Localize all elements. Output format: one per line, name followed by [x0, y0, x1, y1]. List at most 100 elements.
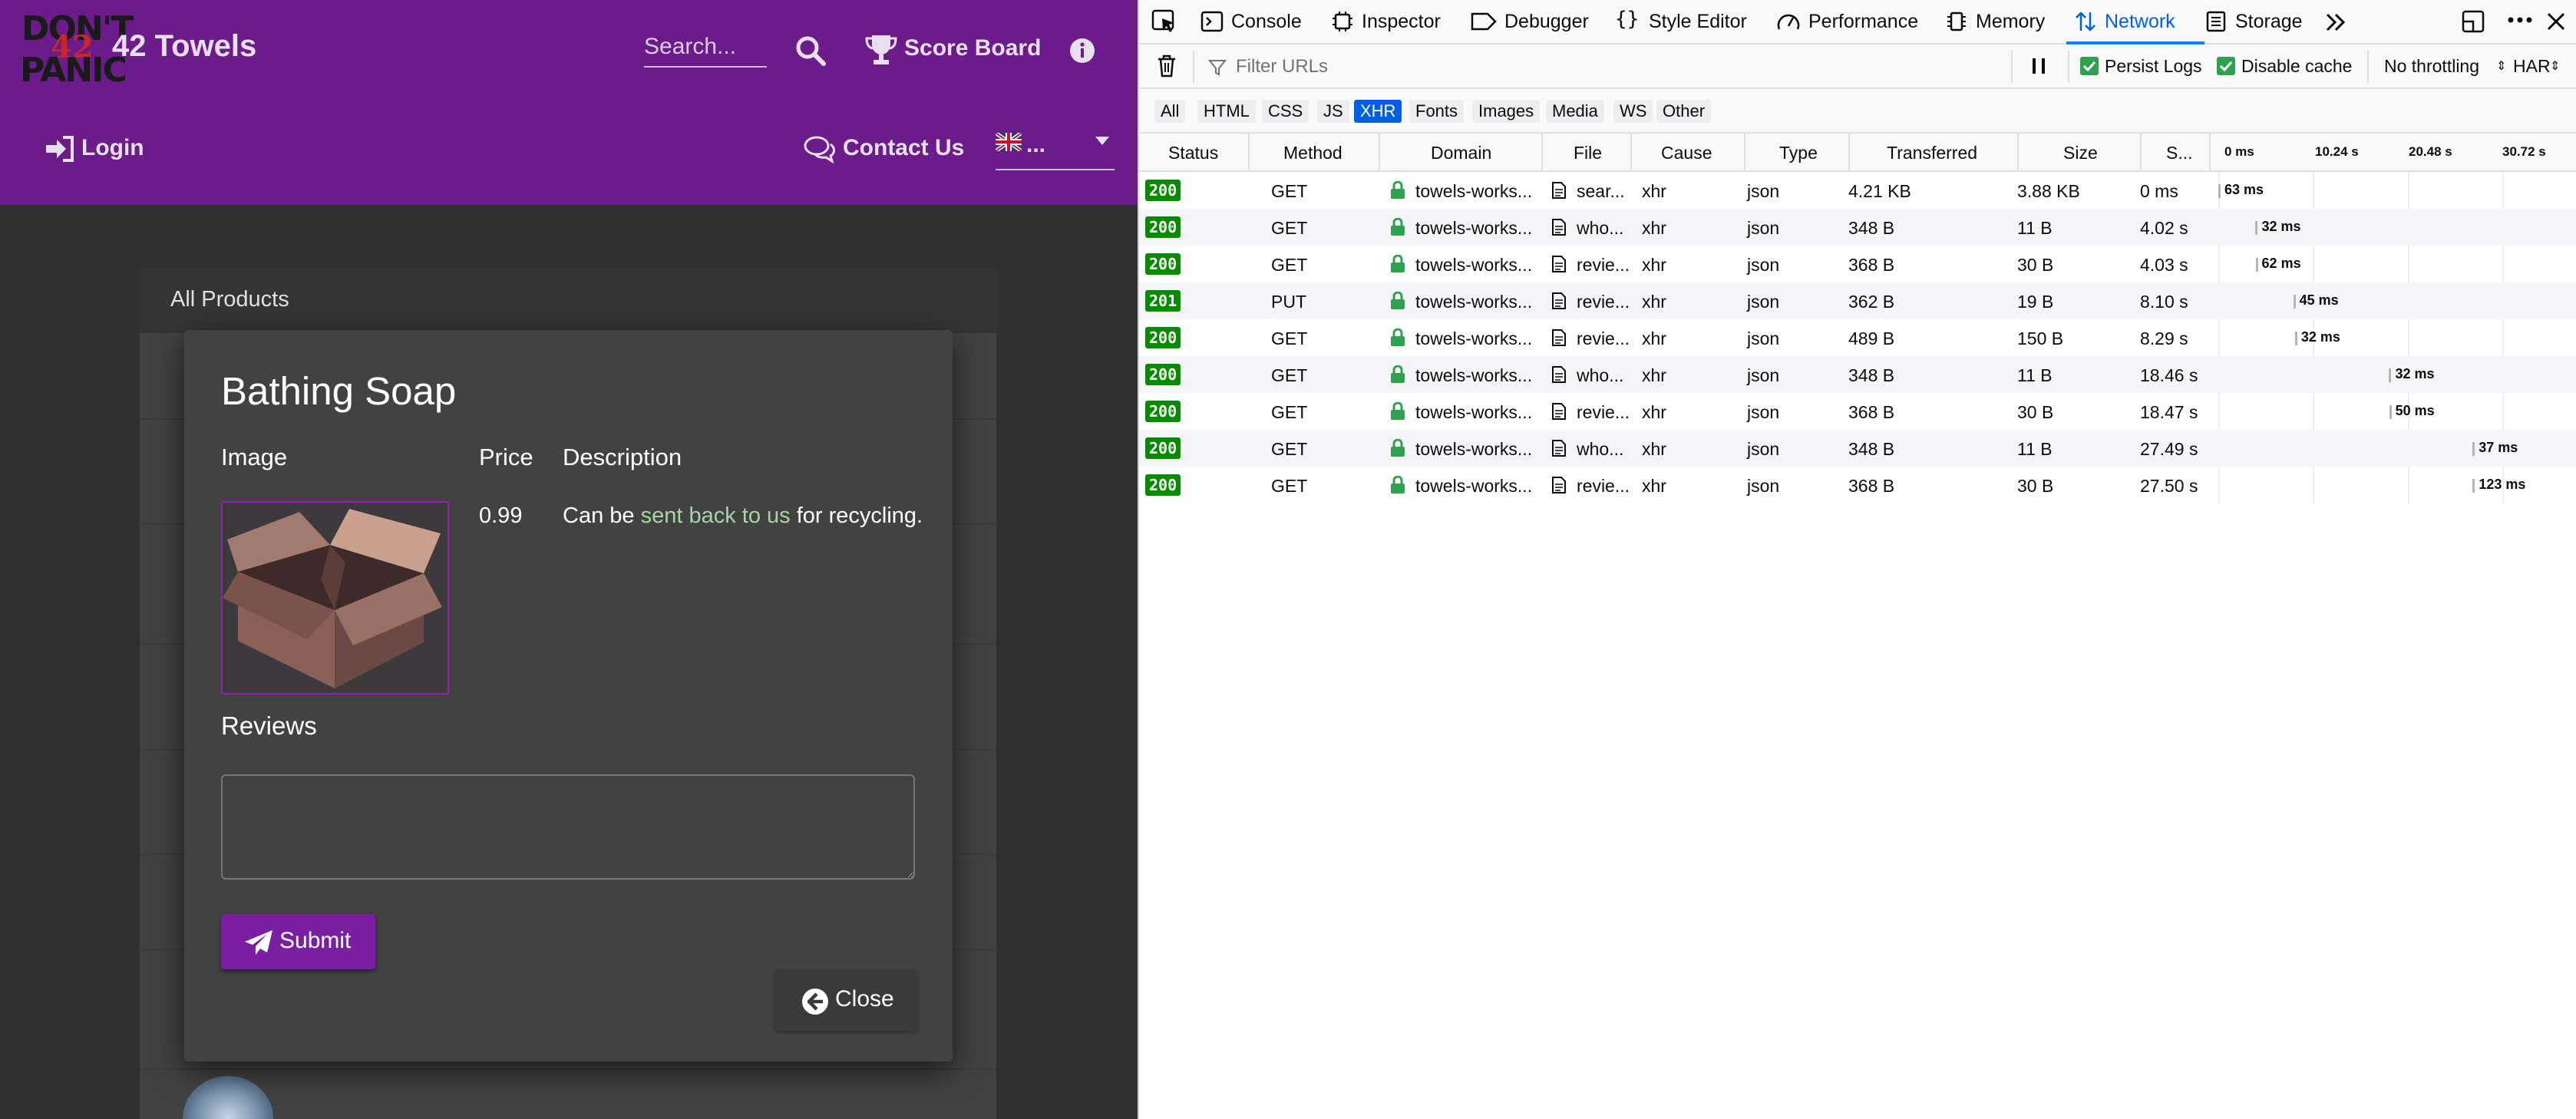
review-textarea[interactable] [221, 774, 915, 880]
request-cause: xhr [1642, 402, 1666, 422]
request-file: revie... [1577, 292, 1630, 312]
table-row[interactable]: 200 GET towels-works... sear... xhr json 4.21 … [1139, 172, 2576, 209]
column-header-method[interactable]: Method [1283, 143, 1342, 163]
pause-icon[interactable] [2029, 55, 2048, 77]
filter-css-button[interactable]: CSS [1262, 100, 1309, 123]
updown-icon: ⇕ [2496, 60, 2507, 73]
app-logo[interactable]: DON'T 42 PANIC [20, 8, 134, 92]
trophy-icon[interactable] [864, 34, 898, 66]
lock-icon [1391, 218, 1405, 236]
waterfall-duration-label: 45 ms [2299, 292, 2339, 308]
lock-icon [1391, 402, 1405, 420]
request-method: GET [1271, 181, 1308, 201]
request-file: sear... [1577, 181, 1625, 201]
column-header-type[interactable]: Type [1779, 143, 1818, 163]
table-row[interactable]: 200 GET towels-works... revie... xhr json 368 … [1139, 467, 2576, 503]
request-transferred: 368 B [1848, 402, 1895, 422]
lock-icon [1391, 365, 1405, 383]
submit-button[interactable]: Submit [221, 914, 375, 969]
filter-xhr-button[interactable]: XHR [1354, 100, 1402, 123]
search-field[interactable] [644, 28, 767, 68]
waterfall-duration-label: 50 ms [2395, 403, 2435, 418]
tab-inspector[interactable]: Inspector [1331, 0, 1454, 43]
file-icon [1552, 329, 1566, 346]
info-icon[interactable] [1069, 38, 1095, 64]
filter-urls-input[interactable] [1236, 54, 1927, 80]
disable-cache-checkbox[interactable] [2217, 57, 2235, 75]
request-type-filters: All HTML CSS JS XHR Fonts Images Media W… [1139, 89, 2576, 134]
filter-js-button[interactable]: JS [1317, 100, 1349, 123]
request-start-time: 18.47 s [2140, 402, 2198, 422]
table-row[interactable]: 201 PUT towels-works... revie... xhr json 362 … [1139, 282, 2576, 319]
table-row[interactable]: 200 GET towels-works... revie... xhr json 489 … [1139, 319, 2576, 356]
column-header-transferred[interactable]: Transferred [1887, 143, 1977, 163]
more-tabs-chevron-icon[interactable] [2325, 12, 2346, 32]
column-header-domain[interactable]: Domain [1431, 143, 1491, 163]
column-header-start[interactable]: S... [2166, 143, 2193, 163]
tab-memory[interactable]: Memory [1945, 0, 2060, 43]
lock-icon [1391, 181, 1405, 199]
language-select[interactable]: ... [996, 130, 1115, 170]
tab-performance[interactable]: Performance [1776, 0, 1930, 43]
filter-ws-button[interactable]: WS [1613, 100, 1653, 123]
tab-debugger[interactable]: Debugger [1471, 0, 1593, 43]
column-header-cause[interactable]: Cause [1661, 143, 1712, 163]
login-icon[interactable] [45, 135, 75, 163]
waterfall-duration-label: 37 ms [2479, 440, 2518, 455]
recycling-link[interactable]: sent back to us [641, 503, 791, 528]
filter-html-button[interactable]: HTML [1197, 100, 1256, 123]
close-devtools-icon[interactable] [2545, 11, 2567, 32]
filter-images-button[interactable]: Images [1472, 100, 1541, 123]
request-start-time: 0 ms [2140, 181, 2178, 201]
tab-console-label: Console [1231, 11, 1302, 32]
trash-icon[interactable] [1156, 54, 1177, 78]
request-domain: towels-works... [1415, 402, 1533, 422]
all-products-heading: All Products [170, 287, 289, 312]
column-header-size[interactable]: Size [2063, 143, 2098, 163]
request-size: 3.88 KB [2017, 181, 2080, 201]
file-icon [1552, 477, 1566, 493]
request-cause: xhr [1642, 181, 1666, 201]
tab-network[interactable]: Network [2066, 0, 2204, 45]
lock-icon [1391, 439, 1405, 457]
table-row[interactable]: 200 GET towels-works... revie... xhr json 368 … [1139, 393, 2576, 430]
tab-console[interactable]: Console [1200, 0, 1316, 43]
chat-icon[interactable] [803, 135, 837, 164]
filter-fonts-button[interactable]: Fonts [1409, 100, 1465, 123]
throttling-select[interactable]: No throttling [2384, 56, 2479, 77]
tab-storage[interactable]: Storage [2204, 0, 2320, 43]
score-board-link[interactable]: Score Board [904, 35, 1041, 61]
table-row[interactable]: 200 GET towels-works... who... xhr json 348 B 1… [1139, 356, 2576, 393]
login-link[interactable]: Login [81, 135, 144, 161]
persist-logs-label[interactable]: Persist Logs [2105, 56, 2202, 77]
search-input[interactable] [644, 28, 767, 66]
disable-cache-label[interactable]: Disable cache [2241, 56, 2352, 77]
waterfall-bar [2472, 442, 2475, 456]
status-badge: 200 [1145, 216, 1181, 238]
table-row[interactable]: 200 GET towels-works... who... xhr json 348 B 1… [1139, 209, 2576, 246]
filter-media-button[interactable]: Media [1546, 100, 1604, 123]
persist-logs-checkbox[interactable] [2080, 57, 2099, 75]
element-picker-icon[interactable] [1151, 9, 1177, 34]
more-options-icon[interactable] [2507, 15, 2533, 25]
status-badge: 200 [1145, 327, 1181, 348]
filter-all-button[interactable]: All [1154, 100, 1186, 123]
filter-urls[interactable] [1208, 54, 1945, 80]
status-badge: 200 [1145, 474, 1181, 496]
dock-side-icon[interactable] [2461, 9, 2485, 34]
table-row[interactable]: 200 GET towels-works... who... xhr json 348 B 1… [1139, 430, 2576, 467]
request-start-time: 8.29 s [2140, 328, 2188, 348]
table-row[interactable]: 200 GET towels-works... revie... xhr json 368 … [1139, 246, 2576, 282]
close-button[interactable]: Close [774, 969, 917, 1031]
search-icon[interactable] [795, 35, 826, 66]
har-menu[interactable]: HAR [2513, 56, 2551, 77]
status-badge: 200 [1145, 180, 1181, 201]
column-header-file[interactable]: File [1574, 143, 1602, 163]
contact-us-link[interactable]: Contact Us [843, 135, 964, 161]
app-title[interactable]: 42 Towels [112, 29, 256, 64]
status-badge: 200 [1145, 253, 1181, 275]
tab-style-editor[interactable]: {} Style Editor [1615, 0, 1769, 43]
column-header-status[interactable]: Status [1168, 143, 1218, 163]
waterfall-duration-label: 32 ms [2300, 329, 2340, 345]
filter-other-button[interactable]: Other [1656, 100, 1712, 123]
